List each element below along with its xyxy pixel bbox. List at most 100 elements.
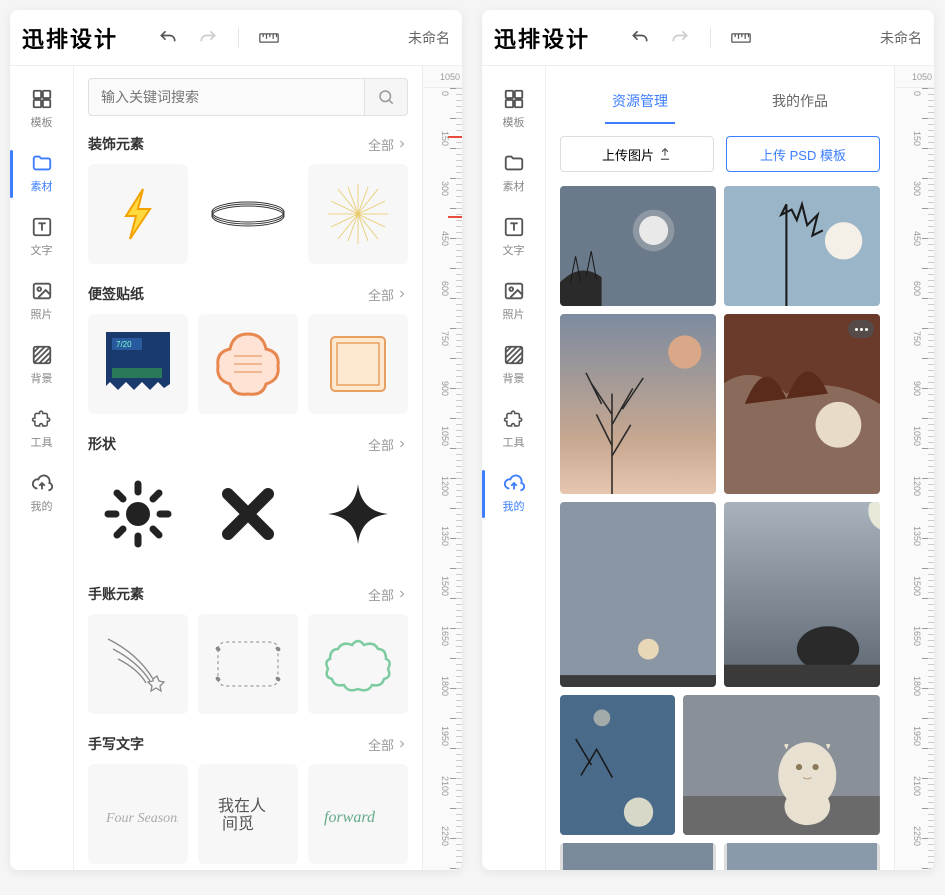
- material-thumb-cross[interactable]: [198, 464, 298, 564]
- sidebar-item-mine[interactable]: 我的: [10, 462, 73, 526]
- uploaded-image[interactable]: [560, 186, 716, 306]
- sidebar-item-templates[interactable]: 模板: [10, 78, 73, 142]
- sidebar-label: 模板: [31, 114, 53, 130]
- material-thumb-shooting-star[interactable]: [88, 614, 188, 714]
- sidebar-item-mine[interactable]: 我的: [482, 462, 545, 526]
- sidebar-label: 背景: [503, 370, 525, 386]
- undo-icon: [158, 28, 178, 48]
- undo-icon: [630, 28, 650, 48]
- chevron-right-icon: [396, 288, 408, 300]
- ruler-toggle-button[interactable]: [253, 22, 285, 54]
- ruler-icon: [731, 30, 751, 46]
- uploaded-image[interactable]: [560, 695, 675, 835]
- redo-icon: [198, 28, 218, 48]
- category-title: 手账元素: [88, 584, 144, 604]
- svg-text:我在人: 我在人: [218, 797, 266, 815]
- sidebar-item-materials[interactable]: 素材: [482, 142, 545, 206]
- material-thumb-script-3[interactable]: forward: [308, 764, 408, 864]
- undo-button[interactable]: [152, 22, 184, 54]
- category-all-link[interactable]: 全部: [368, 585, 408, 604]
- sidebar-item-templates[interactable]: 模板: [482, 78, 545, 142]
- sidebar-item-background[interactable]: 背景: [482, 334, 545, 398]
- category-title: 形状: [88, 434, 116, 454]
- material-thumb-note-torn[interactable]: 7/20: [88, 314, 188, 414]
- app-logo: 迅排设计: [22, 22, 118, 54]
- chevron-right-icon: [396, 138, 408, 150]
- cloud-upload-icon: [503, 472, 525, 494]
- image-icon: [31, 280, 53, 302]
- templates-icon: [503, 88, 525, 110]
- image-more-button[interactable]: [848, 320, 874, 338]
- app-logo: 迅排设计: [494, 22, 590, 54]
- app-window-materials: 迅排设计 未命名 模板 素材 文字: [10, 10, 462, 870]
- uploaded-image[interactable]: [560, 502, 716, 687]
- mine-content: 资源管理 我的作品 上传图片 上传 PSD 模板: [546, 66, 894, 870]
- material-thumb-firework[interactable]: [308, 164, 408, 264]
- folder-icon: [31, 152, 53, 174]
- sidebar-label: 文字: [503, 242, 525, 258]
- ruler-icon: [259, 30, 279, 46]
- sidebar-item-photos[interactable]: 照片: [10, 270, 73, 334]
- material-thumb-script-1[interactable]: Four Seasons: [88, 764, 188, 864]
- redo-button[interactable]: [192, 22, 224, 54]
- chevron-right-icon: [396, 588, 408, 600]
- sidebar-item-background[interactable]: 背景: [10, 334, 73, 398]
- undo-button[interactable]: [624, 22, 656, 54]
- uploaded-image[interactable]: [724, 186, 880, 306]
- sidebar-item-photos[interactable]: 照片: [482, 270, 545, 334]
- tab-resources[interactable]: 资源管理: [560, 78, 720, 124]
- puzzle-icon: [503, 408, 525, 430]
- pattern-icon: [31, 344, 53, 366]
- document-name[interactable]: 未命名: [408, 28, 450, 48]
- search-icon: [377, 88, 395, 106]
- ruler-indicator: [448, 216, 462, 218]
- sidebar-item-tools[interactable]: 工具: [10, 398, 73, 462]
- material-thumb-lightning[interactable]: [88, 164, 188, 264]
- sidebar-item-tools[interactable]: 工具: [482, 398, 545, 462]
- sidebar: 模板 素材 文字 照片 背景 工具: [482, 66, 546, 870]
- templates-icon: [31, 88, 53, 110]
- sidebar-item-text[interactable]: 文字: [482, 206, 545, 270]
- material-thumb-script-2[interactable]: 我在人间觅: [198, 764, 298, 864]
- upload-icon: [658, 147, 672, 161]
- uploaded-image[interactable]: [724, 502, 880, 687]
- upload-image-button[interactable]: 上传图片: [560, 136, 714, 172]
- tab-my-works[interactable]: 我的作品: [720, 78, 880, 124]
- svg-text:7/20: 7/20: [116, 340, 132, 349]
- uploaded-image[interactable]: [724, 314, 880, 494]
- sidebar: 模板 素材 文字 照片 背景 工具: [10, 66, 74, 870]
- category-all-link[interactable]: 全部: [368, 135, 408, 154]
- category-all-link[interactable]: 全部: [368, 435, 408, 454]
- svg-text:forward: forward: [324, 809, 376, 826]
- document-name[interactable]: 未命名: [880, 28, 922, 48]
- material-thumb-dotted-box[interactable]: [198, 614, 298, 714]
- category-all-link[interactable]: 全部: [368, 285, 408, 304]
- upload-psd-button[interactable]: 上传 PSD 模板: [726, 136, 880, 172]
- category-title: 装饰元素: [88, 134, 144, 154]
- uploaded-image[interactable]: [683, 695, 880, 835]
- search-button[interactable]: [364, 78, 408, 116]
- text-icon: [503, 216, 525, 238]
- sidebar-item-materials[interactable]: 素材: [10, 142, 73, 206]
- uploaded-images-grid: [560, 186, 880, 870]
- material-thumb-flower-note[interactable]: [198, 314, 298, 414]
- uploaded-image[interactable]: [724, 843, 880, 870]
- cloud-upload-icon: [31, 472, 53, 494]
- vertical-ruler: 1050 01503004506007509001050120013501500…: [894, 66, 934, 870]
- ruler-indicator: [448, 136, 462, 138]
- ruler-top-value: 1050: [895, 66, 934, 88]
- sidebar-label: 文字: [31, 242, 53, 258]
- material-thumb-cloud-bubble[interactable]: [308, 614, 408, 714]
- uploaded-image[interactable]: [560, 843, 716, 870]
- material-thumb-ellipse-ring[interactable]: [198, 164, 298, 264]
- material-thumb-square-note[interactable]: [308, 314, 408, 414]
- material-thumb-sparkle[interactable]: [308, 464, 408, 564]
- sidebar-item-text[interactable]: 文字: [10, 206, 73, 270]
- redo-button[interactable]: [664, 22, 696, 54]
- sidebar-label: 模板: [503, 114, 525, 130]
- uploaded-image[interactable]: [560, 314, 716, 494]
- ruler-toggle-button[interactable]: [725, 22, 757, 54]
- category-all-link[interactable]: 全部: [368, 735, 408, 754]
- search-input[interactable]: [88, 78, 364, 116]
- material-thumb-sun[interactable]: [88, 464, 188, 564]
